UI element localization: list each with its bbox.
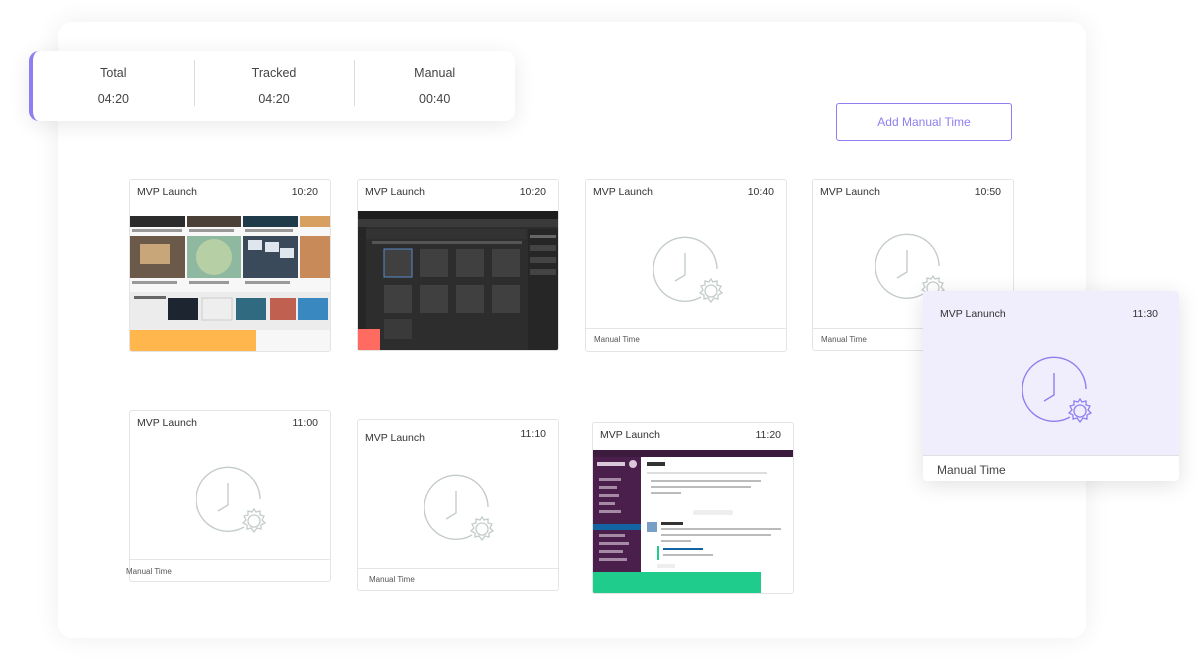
card-time: 10:20 <box>291 186 318 198</box>
card-time: 11:30 <box>1132 308 1159 320</box>
stat-tracked: Tracked 04:20 <box>193 60 355 106</box>
activity-bar <box>358 329 380 350</box>
card-time: 11:20 <box>755 429 782 441</box>
card-header: MVP Launch 10:50 <box>820 186 1001 198</box>
card-title: MVP Launch <box>820 186 880 198</box>
stat-label: Tracked <box>251 66 297 80</box>
activity-screenshot[interactable] <box>358 211 558 350</box>
card-time: 10:40 <box>747 186 774 198</box>
stat-value: 04:20 <box>258 92 290 106</box>
activity-screenshot[interactable] <box>593 450 793 593</box>
card-header: MVP Launch 11:00 <box>137 417 318 429</box>
clock-gear-icon <box>653 236 724 304</box>
card-title: MVP Launch <box>137 417 197 429</box>
time-summary: Total 04:20 Tracked 04:20 Manual 00:40 <box>29 51 515 121</box>
activity-screenshot[interactable] <box>130 216 330 351</box>
card-time: 11:00 <box>292 417 319 429</box>
card-title: MVP Lanunch <box>940 308 1006 320</box>
clock-gear-icon <box>424 474 495 542</box>
time-slot-card[interactable]: MVP Launch 10:20 <box>129 179 331 352</box>
card-header: MVP Launch 10:20 <box>137 186 318 198</box>
card-title: MVP Launch <box>137 186 197 198</box>
stat-manual: Manual 00:40 <box>354 60 515 106</box>
card-time: 10:20 <box>519 186 546 198</box>
stat-value: 04:20 <box>97 92 129 106</box>
time-slot-card[interactable]: MVP Launch 10:40 Manual Time <box>585 179 787 352</box>
card-header: MVP Launch 11:10 <box>365 428 546 444</box>
stat-label: Manual <box>414 66 456 80</box>
manual-time-card-highlighted[interactable]: MVP Lanunch 11:30 Manual Time <box>923 291 1179 481</box>
add-manual-time-button[interactable]: Add Manual Time <box>836 103 1012 141</box>
activity-bar <box>130 330 256 351</box>
clock-gear-icon <box>196 466 267 534</box>
stat-label: Total <box>100 66 127 80</box>
card-footer: Manual Time <box>586 328 786 350</box>
card-footer-label: Manual Time <box>126 567 172 576</box>
clock-gear-icon <box>1022 356 1093 424</box>
card-title: MVP Launch <box>593 186 653 198</box>
card-header: MVP Launch 10:40 <box>593 186 774 198</box>
card-header: MVP Launch 10:20 <box>365 186 546 198</box>
time-slot-card[interactable]: MVP Launch 10:20 <box>357 179 559 351</box>
card-time: 11:10 <box>520 428 547 440</box>
card-title: MVP Launch <box>365 186 425 198</box>
card-footer: Manual Time <box>923 455 1179 481</box>
card-footer: Manual Time <box>358 568 558 590</box>
stat-total: Total 04:20 <box>33 66 194 106</box>
stat-value: 00:40 <box>419 92 451 106</box>
card-header: MVP Lanunch 11:30 <box>940 308 1158 320</box>
time-slot-card[interactable]: MVP Launch 11:00 <box>129 410 331 582</box>
activity-bar <box>593 572 761 593</box>
screenshot-image <box>358 211 558 350</box>
time-slot-card[interactable]: MVP Launch 11:10 Manual Time <box>357 419 559 591</box>
card-title: MVP Launch <box>600 429 660 441</box>
card-time: 10:50 <box>974 186 1001 198</box>
card-header: MVP Launch 11:20 <box>600 429 781 441</box>
time-slot-card[interactable]: MVP Launch 11:20 <box>592 422 794 594</box>
card-title: MVP Launch <box>365 432 425 444</box>
